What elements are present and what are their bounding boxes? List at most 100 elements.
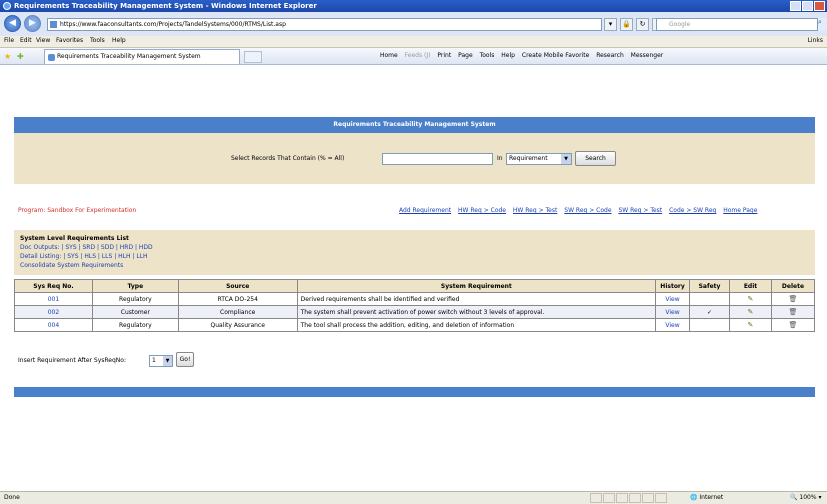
chevron-down-icon: ▼ xyxy=(561,154,571,164)
address-bar[interactable]: https://www.faaconsultants.com/Projects/… xyxy=(47,18,602,31)
pencil-icon[interactable]: ✎ xyxy=(748,321,754,329)
add-favorite-icon[interactable]: ✚ xyxy=(17,52,26,61)
favorites-star-icon[interactable]: ★ xyxy=(4,52,13,61)
new-tab-button[interactable] xyxy=(244,51,262,63)
doc-outputs-links[interactable]: | SYS | SRD | SDD | HRD | HDD xyxy=(61,244,152,251)
menu-edit[interactable]: Edit xyxy=(20,37,32,44)
insert-after-select[interactable]: 1 ▼ xyxy=(149,355,173,367)
type-cell: Customer xyxy=(91,305,179,319)
detail-listing-label: Detail Listing: xyxy=(20,253,62,260)
edit-cell: ✎ xyxy=(729,318,772,332)
history-view-link[interactable]: View xyxy=(655,305,691,319)
command-items: Home Feeds (J) Print Page Tools Help Cre… xyxy=(380,52,668,59)
tab-page-icon xyxy=(48,54,55,61)
go-button[interactable]: Go! xyxy=(176,352,194,367)
print-button[interactable]: Print xyxy=(437,52,451,59)
sw-req-test-link[interactable]: SW Req > Test xyxy=(618,207,662,214)
status-cell xyxy=(642,493,654,503)
messenger-button[interactable]: Messenger xyxy=(631,52,664,59)
home-button[interactable]: Home xyxy=(380,52,398,59)
window-title: Requirements Traceability Management Sys… xyxy=(14,2,317,10)
safety-cell xyxy=(689,292,731,306)
home-page-link[interactable]: Home Page xyxy=(723,207,757,214)
source-cell: Quality Assurance xyxy=(177,318,298,332)
sw-req-code-link[interactable]: SW Req > Code xyxy=(564,207,611,214)
close-window-button[interactable] xyxy=(814,1,825,11)
trash-icon[interactable]: 🗑 xyxy=(789,321,798,329)
help-menu-button[interactable]: Help xyxy=(501,52,515,59)
detail-listing-row: Detail Listing: | SYS | HLS | LLS | HLH … xyxy=(20,252,809,261)
code-sw-req-link[interactable]: Code > SW Req xyxy=(669,207,716,214)
status-cell xyxy=(590,493,602,503)
page-menu-button[interactable]: Page xyxy=(458,52,473,59)
trash-icon[interactable]: 🗑 xyxy=(789,308,798,316)
search-field-select[interactable]: Requirement ▼ xyxy=(506,153,572,165)
status-cell xyxy=(603,493,615,503)
search-label: Select Records That Contain (% = All) xyxy=(231,155,345,162)
tools-menu-button[interactable]: Tools xyxy=(480,52,495,59)
page-icon xyxy=(50,21,57,28)
research-button[interactable]: Research xyxy=(596,52,624,59)
hw-req-test-link[interactable]: HW Req > Test xyxy=(513,207,557,214)
col-type: Type xyxy=(91,279,179,293)
consolidate-link[interactable]: Consolidate System Requirements xyxy=(20,261,809,270)
window-controls xyxy=(790,1,825,11)
table-header-row: Sys Req No. Type Source System Requireme… xyxy=(14,279,816,293)
status-text: Done xyxy=(4,494,20,501)
zoom-control[interactable]: 🔍 100% ▾ xyxy=(790,492,821,504)
menu-favorites[interactable]: Favorites xyxy=(56,37,83,44)
in-label: In xyxy=(497,155,503,162)
lock-icon[interactable]: 🔒 xyxy=(620,18,633,31)
delete-cell: 🗑 xyxy=(770,305,816,319)
search-go-icon[interactable]: ⌕ xyxy=(818,18,827,31)
trash-icon[interactable]: 🗑 xyxy=(789,295,798,303)
records-search-input[interactable] xyxy=(382,153,493,165)
browser-tab[interactable]: Requirements Traceability Management Sys… xyxy=(44,49,240,64)
menu-view[interactable]: View xyxy=(36,37,50,44)
history-view-link[interactable]: View xyxy=(655,292,691,306)
add-requirement-link[interactable]: Add Requirement xyxy=(399,207,451,214)
menu-tools[interactable]: Tools xyxy=(90,37,105,44)
minimize-button[interactable] xyxy=(790,1,801,11)
detail-listing-links[interactable]: | SYS | HLS | LLS | HLH | LLH xyxy=(63,253,147,260)
doc-outputs-label: Doc Outputs: xyxy=(20,244,60,251)
security-zone[interactable]: 🌐 Internet xyxy=(690,492,723,504)
menu-file[interactable]: File xyxy=(4,37,14,44)
sys-req-no-link[interactable]: 004 xyxy=(14,318,93,332)
history-view-link[interactable]: View xyxy=(655,318,691,332)
col-system-requirement: System Requirement xyxy=(296,279,657,293)
col-delete: Delete xyxy=(770,279,816,293)
sys-req-no-link[interactable]: 002 xyxy=(14,305,93,319)
delete-cell: 🗑 xyxy=(770,292,816,306)
search-panel: Select Records That Contain (% = All) In… xyxy=(14,133,815,184)
table-row: 002 Customer Compliance The system shall… xyxy=(14,305,816,319)
source-cell: Compliance xyxy=(177,305,298,319)
search-field-selected: Requirement xyxy=(509,155,548,162)
dropdown-arrow-icon[interactable]: ▾ xyxy=(604,18,617,31)
app-banner: Requirements Traceability Management Sys… xyxy=(14,117,815,133)
status-cell xyxy=(629,493,641,503)
pencil-icon[interactable]: ✎ xyxy=(748,308,754,316)
maximize-button[interactable] xyxy=(802,1,813,11)
back-button[interactable]: ◀ xyxy=(4,15,21,32)
safety-checkmark: ✓ xyxy=(689,305,731,319)
hw-req-code-link[interactable]: HW Req > Code xyxy=(458,207,506,214)
refresh-icon[interactable]: ↻ xyxy=(636,18,649,31)
requirements-list-panel: System Level Requirements List Doc Outpu… xyxy=(14,230,815,275)
feeds-button[interactable]: Feeds (J) xyxy=(405,52,431,59)
search-button[interactable]: Search xyxy=(575,151,616,166)
chevron-down-icon: ▼ xyxy=(163,356,172,366)
search-box[interactable]: Google xyxy=(656,18,818,31)
sys-req-no-link[interactable]: 001 xyxy=(14,292,93,306)
menu-help[interactable]: Help xyxy=(112,37,126,44)
address-toolbar: ◀ ▶ https://www.faaconsultants.com/Proje… xyxy=(0,12,827,36)
create-mobile-favorite-button[interactable]: Create Mobile Favorite xyxy=(522,52,589,59)
pencil-icon[interactable]: ✎ xyxy=(748,295,754,303)
window-title-bar: Requirements Traceability Management Sys… xyxy=(0,0,827,12)
doc-outputs-row: Doc Outputs: | SYS | SRD | SDD | HRD | H… xyxy=(20,243,809,252)
links-label[interactable]: Links xyxy=(808,37,823,44)
forward-button[interactable]: ▶ xyxy=(24,15,41,32)
col-sys-req-no: Sys Req No. xyxy=(14,279,93,293)
program-label: Program: Sandbox For Experimentation xyxy=(18,207,137,214)
status-cells xyxy=(590,493,667,503)
